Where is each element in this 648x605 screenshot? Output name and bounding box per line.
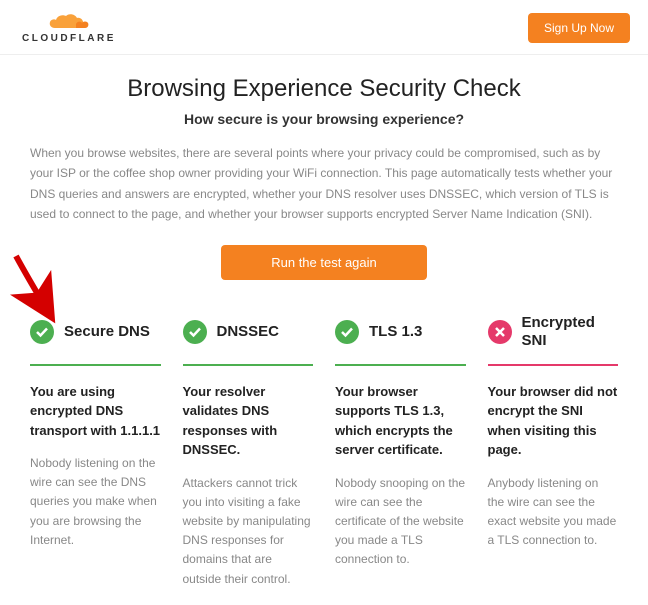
checkmark-icon <box>30 320 54 344</box>
cloudflare-logo[interactable]: CLOUDFLARE <box>22 12 116 44</box>
divider <box>488 364 619 366</box>
results-grid: Secure DNS You are using encrypted DNS t… <box>30 310 618 589</box>
card-header: DNSSEC <box>183 310 314 354</box>
card-summary: Your resolver validates DNS responses wi… <box>183 382 314 460</box>
card-summary: Your browser supports TLS 1.3, which enc… <box>335 382 466 460</box>
card-dnssec: DNSSEC Your resolver validates DNS respo… <box>183 310 314 589</box>
page-subtitle: How secure is your browsing experience? <box>30 111 618 127</box>
run-button-wrap: Run the test again <box>30 245 618 280</box>
page-title: Browsing Experience Security Check <box>30 75 618 103</box>
card-description: Attackers cannot trick you into visiting… <box>183 474 314 589</box>
card-description: Nobody listening on the wire can see the… <box>30 454 161 550</box>
card-tls: TLS 1.3 Your browser supports TLS 1.3, w… <box>335 310 466 589</box>
card-title: TLS 1.3 <box>369 323 422 341</box>
card-header: Secure DNS <box>30 310 161 354</box>
card-encrypted-sni: Encrypted SNI Your browser did not encry… <box>488 310 619 589</box>
divider <box>30 364 161 366</box>
intro-paragraph: When you browse websites, there are seve… <box>30 143 618 225</box>
sign-up-button[interactable]: Sign Up Now <box>528 13 630 43</box>
card-description: Anybody listening on the wire can see th… <box>488 474 619 551</box>
cloudflare-cloud-icon <box>47 12 91 32</box>
divider <box>335 364 466 366</box>
brand-name: CLOUDFLARE <box>22 33 116 44</box>
divider <box>183 364 314 366</box>
card-secure-dns: Secure DNS You are using encrypted DNS t… <box>30 310 161 589</box>
main-content: Browsing Experience Security Check How s… <box>0 55 648 605</box>
run-test-button[interactable]: Run the test again <box>221 245 427 280</box>
card-header: Encrypted SNI <box>488 310 619 354</box>
card-header: TLS 1.3 <box>335 310 466 354</box>
card-title: Secure DNS <box>64 323 150 341</box>
x-icon <box>488 320 512 344</box>
card-title: Encrypted SNI <box>522 314 619 350</box>
card-title: DNSSEC <box>217 323 280 341</box>
card-summary: Your browser did not encrypt the SNI whe… <box>488 382 619 460</box>
card-summary: You are using encrypted DNS transport wi… <box>30 382 161 441</box>
card-description: Nobody snooping on the wire can see the … <box>335 474 466 570</box>
header-bar: CLOUDFLARE Sign Up Now <box>0 0 648 55</box>
checkmark-icon <box>183 320 207 344</box>
checkmark-icon <box>335 320 359 344</box>
